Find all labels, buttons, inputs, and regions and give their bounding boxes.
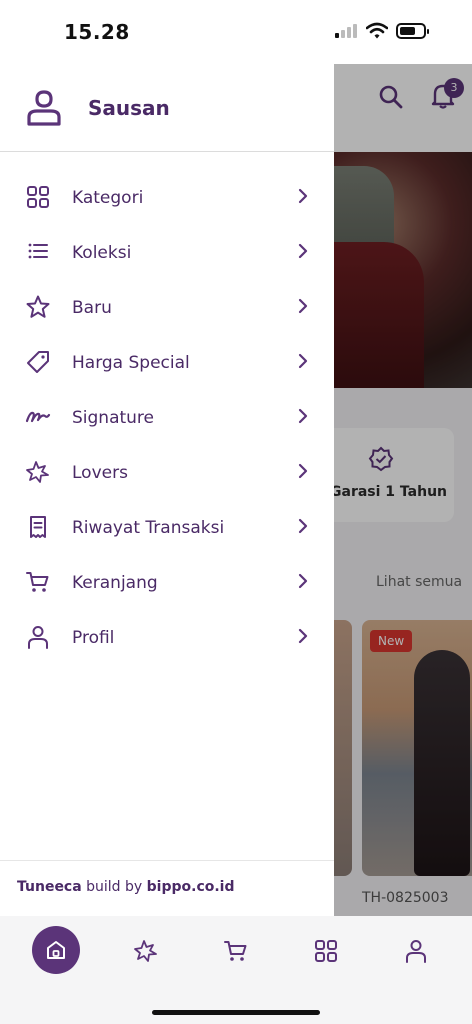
chevron-right-icon xyxy=(298,518,308,534)
status-bar: 15.28 xyxy=(0,0,472,64)
wifi-icon xyxy=(366,22,388,39)
menu-item-lovers[interactable]: Lovers xyxy=(0,445,334,500)
tag-icon xyxy=(27,351,49,373)
grid-icon xyxy=(27,186,49,208)
menu-label: Profil xyxy=(72,627,115,648)
bottom-nav xyxy=(0,916,472,1024)
menu-label: Keranjang xyxy=(72,572,158,593)
menu-item-koleksi[interactable]: Koleksi xyxy=(0,225,334,280)
chevron-right-icon xyxy=(298,243,308,259)
footer-brand: Tuneeca xyxy=(17,879,82,895)
receipt-icon xyxy=(30,516,46,538)
user-icon[interactable] xyxy=(403,938,429,964)
menu-label: Riwayat Transaksi xyxy=(72,517,225,538)
list-icon xyxy=(28,243,48,259)
user-icon xyxy=(27,90,61,126)
user-icon xyxy=(28,626,48,649)
side-drawer: Sausan Kategori Koleksi Baru Harga Speci… xyxy=(0,64,334,916)
user-name: Sausan xyxy=(88,96,170,120)
menu-item-harga-special[interactable]: Harga Special xyxy=(0,335,334,390)
chevron-right-icon xyxy=(298,573,308,589)
menu-label: Baru xyxy=(72,297,112,318)
menu-item-signature[interactable]: Signature xyxy=(0,390,334,445)
menu-label: Harga Special xyxy=(72,352,190,373)
chevron-right-icon xyxy=(298,188,308,204)
cart-icon[interactable] xyxy=(223,938,249,964)
chevron-right-icon xyxy=(298,353,308,369)
chevron-right-icon xyxy=(298,628,308,644)
menu-item-riwayat-transaksi[interactable]: Riwayat Transaksi xyxy=(0,500,334,555)
sparkle-star-icon[interactable] xyxy=(133,938,159,964)
drawer-header: Sausan xyxy=(0,64,334,152)
battery-icon xyxy=(396,23,429,39)
chevron-right-icon xyxy=(298,298,308,314)
sparkle-star-icon xyxy=(26,461,49,483)
menu-label: Lovers xyxy=(72,462,128,483)
menu-item-keranjang[interactable]: Keranjang xyxy=(0,555,334,610)
grid-icon[interactable] xyxy=(313,938,339,964)
menu-label: Signature xyxy=(72,407,155,428)
footer-domain[interactable]: bippo.co.id xyxy=(147,879,235,895)
drawer-footer: Tuneeca build by bippo.co.id xyxy=(0,860,334,916)
footer-middle: build by xyxy=(81,879,147,895)
menu-item-baru[interactable]: Baru xyxy=(0,280,334,335)
menu-item-profil[interactable]: Profil xyxy=(0,610,334,665)
signal-icon xyxy=(335,24,357,38)
chevron-right-icon xyxy=(298,408,308,424)
chevron-right-icon xyxy=(298,463,308,479)
home-icon xyxy=(47,941,65,959)
star-icon xyxy=(26,295,50,318)
status-time: 15.28 xyxy=(64,20,130,44)
footer-credit: Tuneeca build by bippo.co.id xyxy=(17,879,235,895)
cart-icon xyxy=(26,572,49,592)
nav-home-button[interactable] xyxy=(32,926,80,974)
signature-icon xyxy=(25,411,51,423)
drawer-menu: Kategori Koleksi Baru Harga Special Sign… xyxy=(0,170,334,665)
menu-item-kategori[interactable]: Kategori xyxy=(0,170,334,225)
home-indicator xyxy=(152,1010,320,1015)
menu-label: Kategori xyxy=(72,187,144,208)
menu-label: Koleksi xyxy=(72,242,132,263)
drawer-overlay[interactable] xyxy=(334,64,472,916)
